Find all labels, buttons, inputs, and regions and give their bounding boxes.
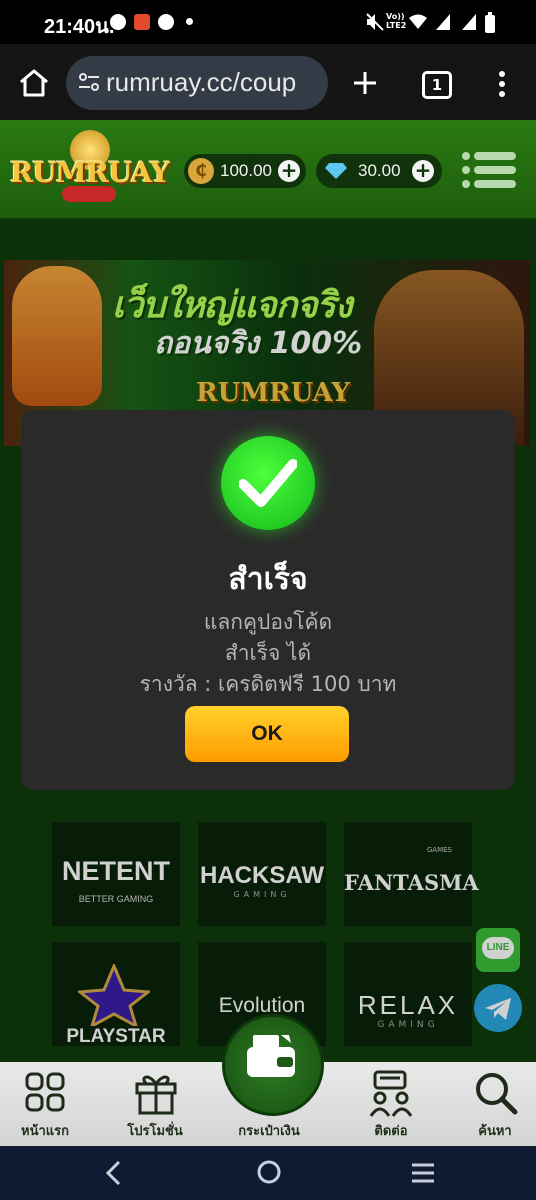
home-icon[interactable] [18,68,50,98]
diamond-icon [325,163,347,179]
tab-home-label: หน้าแรก [21,1124,69,1139]
shop-icon [134,14,150,30]
tab-switcher-button[interactable]: 1 [422,71,452,99]
success-dialog: สำเร็จ แลกคูปองโค้ด สำเร็จ ได้ รางวัล : … [21,410,515,790]
coin-icon: ₵ [188,158,214,184]
diamond-amount: 30.00 [358,161,401,180]
add-credit-button[interactable]: + [278,160,300,182]
dialog-message-line-1: แลกคูปองโค้ด [203,610,333,634]
new-tab-icon[interactable] [352,70,378,96]
diamond-balance: 30.00 + [316,154,442,188]
gift-icon [135,1075,177,1115]
browser-toolbar: rumruay.cc/coup 1 [0,44,536,120]
volte-icon: Vo)) LTE2 [386,12,407,30]
battery-icon [485,12,495,33]
home-circle-icon[interactable] [256,1159,282,1185]
signal-icon [436,14,450,30]
site-header: RUMRUAY ₵ 100.00 + 30.00 + [0,120,536,220]
contact-people-icon [369,1070,413,1117]
tab-home[interactable]: หน้าแรก [0,1062,90,1146]
tab-search-label: ค้นหา [478,1124,512,1139]
search-icon [476,1073,518,1115]
add-diamond-button[interactable]: + [412,160,434,182]
tab-contact[interactable]: ติดต่อ [346,1062,436,1146]
dialog-reward-line: รางวัล : เครดิตฟรี 100 บาท [139,672,397,696]
home-grid-icon [25,1072,65,1112]
wifi-icon [409,14,427,29]
status-bar: 21:40น. Vo)) LTE2 [0,0,536,44]
site-logo[interactable]: RUMRUAY [10,130,170,208]
tab-wallet-label: กระเป๋าเงิน [238,1124,300,1139]
chat-icon [110,14,126,30]
tab-search[interactable]: ค้นหา [450,1062,536,1146]
tab-promotion[interactable]: โปรโมชั่น [110,1062,200,1146]
clock: 21:40น. [44,16,115,38]
back-icon[interactable] [104,1160,122,1186]
more-menu-icon[interactable] [496,70,508,98]
logo-text: RUMRUAY [10,156,170,189]
line-icon [158,14,174,30]
address-bar[interactable]: rumruay.cc/coup [66,56,328,110]
credit-balance: ₵ 100.00 + [184,154,306,188]
checkmark-icon [239,459,297,507]
recents-icon[interactable] [410,1162,436,1184]
ok-button[interactable]: OK [185,706,349,762]
site-settings-icon[interactable] [78,72,100,94]
hamburger-menu-button[interactable] [462,150,516,190]
mute-icon [366,13,384,31]
credit-amount: 100.00 [220,161,272,180]
wallet-icon [247,1035,295,1077]
success-check-icon [221,436,315,530]
wallet-center-button[interactable] [222,1014,324,1116]
signal-icon-2 [462,14,476,30]
system-nav-bar [0,1146,536,1200]
dialog-message-line-2: สำเร็จ ได้ [224,641,312,665]
dot-icon [186,18,193,25]
tab-contact-label: ติดต่อ [374,1124,408,1139]
url-text: rumruay.cc/coup [106,67,297,97]
dialog-title: สำเร็จ [228,562,308,597]
tab-promotion-label: โปรโมชั่น [127,1124,183,1139]
